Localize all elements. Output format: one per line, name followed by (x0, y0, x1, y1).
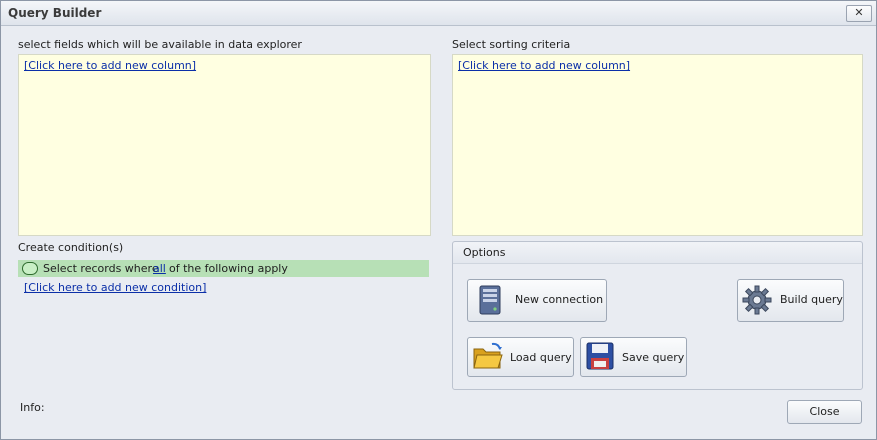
info-label: Info: (20, 401, 45, 414)
options-group: Options New connection Build query Load … (452, 241, 863, 390)
condition-quantifier-link[interactable]: all (153, 262, 166, 275)
new-connection-label: New connection (515, 293, 604, 306)
options-title: Options (463, 246, 506, 259)
window-close-button[interactable]: ✕ (846, 5, 872, 22)
add-field-column-link[interactable]: [Click here to add new column] (24, 59, 196, 72)
condition-row-prefix: Select records where (43, 262, 159, 275)
save-query-label: Save query (622, 351, 685, 364)
fields-label: select fields which will be available in… (18, 38, 302, 51)
server-icon (476, 285, 504, 318)
add-sort-column-link[interactable]: [Click here to add new column] (458, 59, 630, 72)
condition-group-icon[interactable] (22, 262, 38, 275)
query-builder-window: Query Builder ✕ select fields which will… (0, 0, 877, 440)
close-button[interactable]: Close (787, 400, 862, 424)
sorting-panel[interactable]: [Click here to add new column] (452, 54, 863, 236)
gear-icon (742, 285, 772, 318)
build-query-label: Build query (780, 293, 843, 306)
condition-group-row[interactable]: Select records where all of the followin… (18, 260, 429, 277)
window-title: Query Builder (8, 6, 102, 20)
condition-row-suffix: of the following apply (169, 262, 288, 275)
save-query-button[interactable]: Save query (580, 337, 687, 377)
new-connection-button[interactable]: New connection (467, 279, 607, 322)
title-bar: Query Builder ✕ (1, 1, 876, 26)
sorting-label: Select sorting criteria (452, 38, 571, 51)
fields-panel[interactable]: [Click here to add new column] (18, 54, 431, 236)
add-condition-link[interactable]: [Click here to add new condition] (24, 281, 206, 294)
floppy-disk-icon (585, 341, 615, 374)
conditions-label: Create condition(s) (18, 241, 124, 254)
load-query-label: Load query (510, 351, 572, 364)
load-query-button[interactable]: Load query (467, 337, 574, 377)
open-folder-icon (472, 341, 504, 374)
build-query-button[interactable]: Build query (737, 279, 844, 322)
options-header: Options (453, 242, 862, 264)
